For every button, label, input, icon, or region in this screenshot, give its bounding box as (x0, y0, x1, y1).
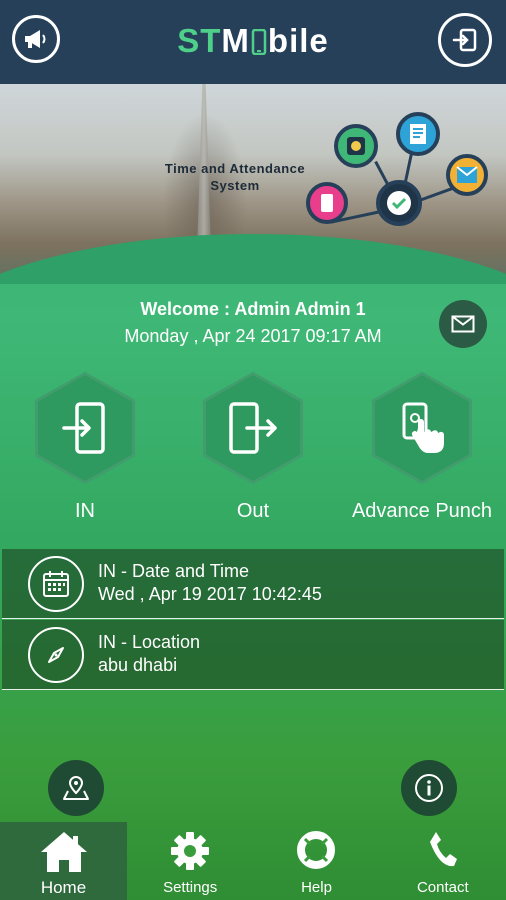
envelope-icon (451, 315, 475, 333)
advance-punch-button[interactable]: Advance Punch (352, 372, 492, 522)
advance-punch-label: Advance Punch (351, 500, 493, 522)
punch-out-button[interactable]: Out (203, 372, 303, 522)
welcome-text: Welcome : Admin Admin 1 (140, 299, 366, 319)
messages-button[interactable] (439, 300, 487, 348)
last-punch-location-row: IN - Location abu dhabi (2, 620, 504, 690)
mail-hub-icon (446, 154, 488, 196)
nav-contact-label: Contact (416, 879, 469, 896)
sign-out-icon (452, 28, 477, 52)
phone-icon (429, 832, 457, 867)
brand-M: M (221, 22, 250, 59)
location-value: abu dhabi (98, 655, 178, 675)
last-punch-datetime-row: IN - Date and Time Wed , Apr 19 2017 10:… (2, 549, 504, 619)
map-location-button[interactable] (48, 760, 104, 816)
alarm-clock-icon (334, 124, 378, 168)
logout-button[interactable] (438, 13, 492, 67)
punch-in-button[interactable]: IN (35, 372, 135, 522)
info-icon (415, 774, 443, 802)
nav-home[interactable]: Home (0, 822, 127, 900)
touch-punch-icon (402, 402, 445, 453)
sign-in-icon (62, 402, 105, 454)
hex-tile[interactable] (372, 372, 472, 484)
gear-icon (171, 832, 210, 870)
nav-contact[interactable]: Contact (380, 822, 506, 900)
nav-help[interactable]: Help (253, 822, 379, 900)
info-button[interactable] (401, 760, 457, 816)
bottom-nav: Home Settings Help Contact (0, 822, 506, 900)
nav-settings[interactable]: Settings (127, 822, 253, 900)
nav-home-label: Home (40, 878, 87, 897)
current-datetime: Monday , Apr 24 2017 09:17 AM (124, 326, 382, 346)
clock-hub-icon (376, 180, 422, 226)
sign-out-icon (229, 402, 277, 454)
banner-title: Time and Attendance System (150, 160, 320, 194)
lifebuoy-icon (297, 831, 336, 869)
nav-help-label: Help (301, 879, 332, 896)
calendar-icon (28, 556, 84, 612)
banner-line2: System (210, 178, 260, 193)
nav-settings-label: Settings (163, 879, 218, 896)
app-logo: STM bile (0, 22, 506, 60)
datetime-title: IN - Date and Time (98, 561, 250, 581)
brand-prefix: ST (177, 22, 222, 59)
datetime-value: Wed , Apr 19 2017 10:42:45 (98, 584, 322, 604)
hex-tile[interactable] (203, 372, 303, 484)
phone-glyph-icon (251, 28, 267, 56)
brand-rest: Mbile (221, 22, 328, 59)
hero-banner: Time and Attendance System (0, 84, 506, 284)
document-icon (396, 112, 440, 156)
banner-line1: Time and Attendance (164, 161, 306, 176)
home-icon (40, 832, 87, 872)
map-pin-icon (63, 775, 89, 800)
brand-suffix: bile (267, 22, 329, 59)
location-title: IN - Location (98, 632, 201, 652)
touch-hub-icon (306, 182, 348, 224)
app-header: STM bile (0, 0, 506, 84)
hex-tile[interactable] (35, 372, 135, 484)
compass-icon (28, 627, 84, 683)
